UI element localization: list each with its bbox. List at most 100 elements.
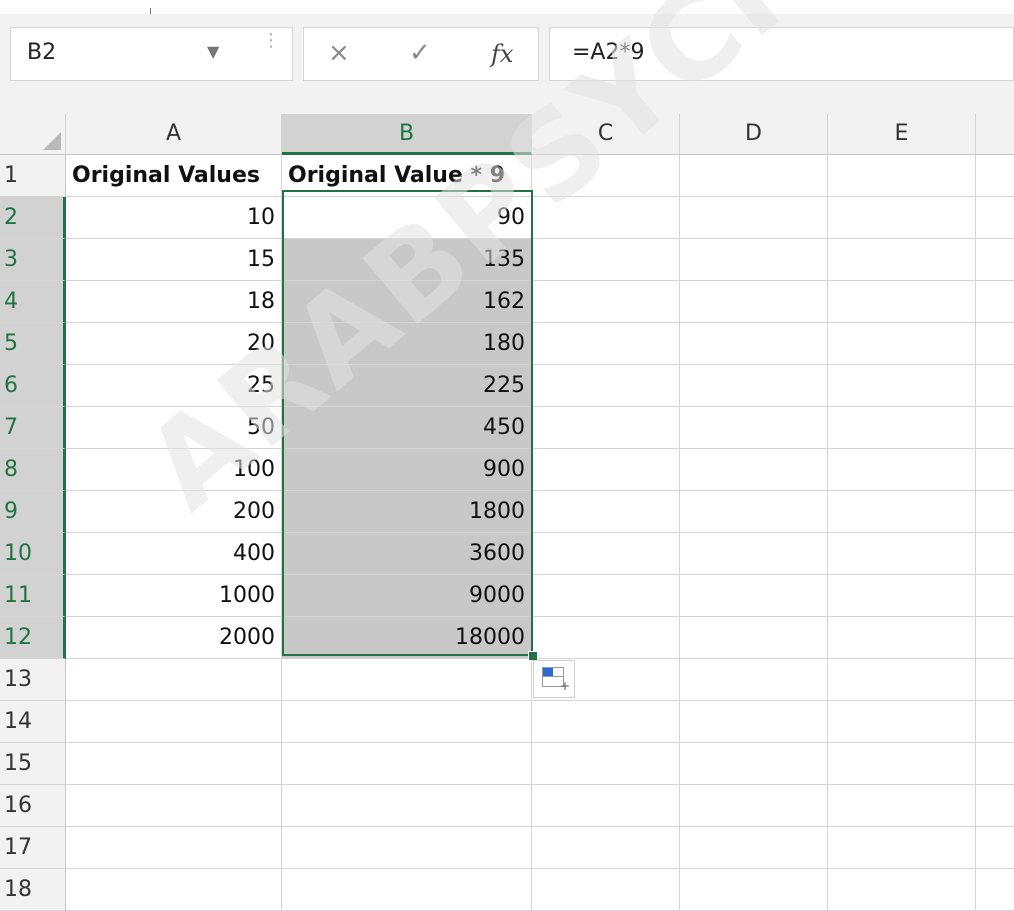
cell-e5[interactable]	[828, 323, 976, 365]
cell-d5[interactable]	[680, 323, 828, 365]
cell-e15[interactable]	[828, 743, 976, 785]
cell-a16[interactable]	[66, 785, 282, 827]
cell-f12[interactable]	[976, 617, 1014, 659]
cell-c11[interactable]	[532, 575, 680, 617]
row-header-5[interactable]: 5	[0, 323, 66, 365]
row-header-4[interactable]: 4	[0, 281, 66, 323]
cell-e18[interactable]	[828, 869, 976, 911]
row-header-6[interactable]: 6	[0, 365, 66, 407]
chevron-down-icon[interactable]: ▼	[207, 42, 219, 61]
cell-a11[interactable]: 1000	[66, 575, 282, 617]
cell-e11[interactable]	[828, 575, 976, 617]
cell-d12[interactable]	[680, 617, 828, 659]
cell-f14[interactable]	[976, 701, 1014, 743]
cell-f18[interactable]	[976, 869, 1014, 911]
cell-b11[interactable]: 9000	[282, 575, 532, 617]
row-header-12[interactable]: 12	[0, 617, 66, 659]
cell-c14[interactable]	[532, 701, 680, 743]
cell-c2[interactable]	[532, 197, 680, 239]
cell-a12[interactable]: 2000	[66, 617, 282, 659]
row-header-14[interactable]: 14	[0, 701, 66, 743]
cell-a1[interactable]: Original Values	[66, 155, 282, 197]
cell-f17[interactable]	[976, 827, 1014, 869]
cell-f13[interactable]	[976, 659, 1014, 701]
cell-d3[interactable]	[680, 239, 828, 281]
cell-c16[interactable]	[532, 785, 680, 827]
cell-d6[interactable]	[680, 365, 828, 407]
column-header-a[interactable]: A	[66, 114, 282, 155]
cell-a6[interactable]: 25	[66, 365, 282, 407]
row-header-18[interactable]: 18	[0, 869, 66, 911]
grip-icon[interactable]: ⋮	[262, 32, 280, 66]
cell-a17[interactable]	[66, 827, 282, 869]
cell-e13[interactable]	[828, 659, 976, 701]
cell-e12[interactable]	[828, 617, 976, 659]
cell-a10[interactable]: 400	[66, 533, 282, 575]
cell-c8[interactable]	[532, 449, 680, 491]
cell-f8[interactable]	[976, 449, 1014, 491]
cell-a7[interactable]: 50	[66, 407, 282, 449]
cell-a2[interactable]: 10	[66, 197, 282, 239]
cell-f1[interactable]	[976, 155, 1014, 197]
cell-d14[interactable]	[680, 701, 828, 743]
cell-b18[interactable]	[282, 869, 532, 911]
cell-f4[interactable]	[976, 281, 1014, 323]
check-icon[interactable]: ✓	[409, 38, 431, 68]
cell-c9[interactable]	[532, 491, 680, 533]
cell-a8[interactable]: 100	[66, 449, 282, 491]
cell-e2[interactable]	[828, 197, 976, 239]
column-header-e[interactable]: E	[828, 114, 976, 155]
cell-b12[interactable]: 18000	[282, 617, 532, 659]
cell-e4[interactable]	[828, 281, 976, 323]
cell-e1[interactable]	[828, 155, 976, 197]
cell-e14[interactable]	[828, 701, 976, 743]
cell-d4[interactable]	[680, 281, 828, 323]
row-header-15[interactable]: 15	[0, 743, 66, 785]
cell-c1[interactable]	[532, 155, 680, 197]
cell-c12[interactable]	[532, 617, 680, 659]
cell-c4[interactable]	[532, 281, 680, 323]
column-header-next[interactable]	[976, 114, 1014, 155]
select-all-button[interactable]	[0, 114, 66, 155]
cell-c7[interactable]	[532, 407, 680, 449]
cell-a15[interactable]	[66, 743, 282, 785]
cell-b8[interactable]: 900	[282, 449, 532, 491]
column-header-d[interactable]: D	[680, 114, 828, 155]
cell-b2[interactable]: 90	[282, 197, 532, 239]
cell-d18[interactable]	[680, 869, 828, 911]
row-header-7[interactable]: 7	[0, 407, 66, 449]
cell-b10[interactable]: 3600	[282, 533, 532, 575]
cell-b6[interactable]: 225	[282, 365, 532, 407]
cell-c3[interactable]	[532, 239, 680, 281]
cell-c18[interactable]	[532, 869, 680, 911]
cell-c17[interactable]	[532, 827, 680, 869]
row-header-13[interactable]: 13	[0, 659, 66, 701]
row-header-9[interactable]: 9	[0, 491, 66, 533]
cell-f5[interactable]	[976, 323, 1014, 365]
cell-d9[interactable]	[680, 491, 828, 533]
column-header-c[interactable]: C	[532, 114, 680, 155]
cell-a9[interactable]: 200	[66, 491, 282, 533]
column-header-b[interactable]: B	[282, 114, 532, 155]
cell-b3[interactable]: 135	[282, 239, 532, 281]
cell-a18[interactable]	[66, 869, 282, 911]
cell-e17[interactable]	[828, 827, 976, 869]
cell-d2[interactable]	[680, 197, 828, 239]
cell-e9[interactable]	[828, 491, 976, 533]
cell-c10[interactable]	[532, 533, 680, 575]
cell-d10[interactable]	[680, 533, 828, 575]
cell-c5[interactable]	[532, 323, 680, 365]
row-header-16[interactable]: 16	[0, 785, 66, 827]
cell-b14[interactable]	[282, 701, 532, 743]
cell-a5[interactable]: 20	[66, 323, 282, 365]
row-header-10[interactable]: 10	[0, 533, 66, 575]
cell-d1[interactable]	[680, 155, 828, 197]
cell-a13[interactable]	[66, 659, 282, 701]
cell-b13[interactable]	[282, 659, 532, 701]
cell-d16[interactable]	[680, 785, 828, 827]
formula-input[interactable]: =A2*9	[549, 27, 1014, 81]
cell-f2[interactable]	[976, 197, 1014, 239]
row-header-11[interactable]: 11	[0, 575, 66, 617]
cell-e6[interactable]	[828, 365, 976, 407]
cell-f3[interactable]	[976, 239, 1014, 281]
